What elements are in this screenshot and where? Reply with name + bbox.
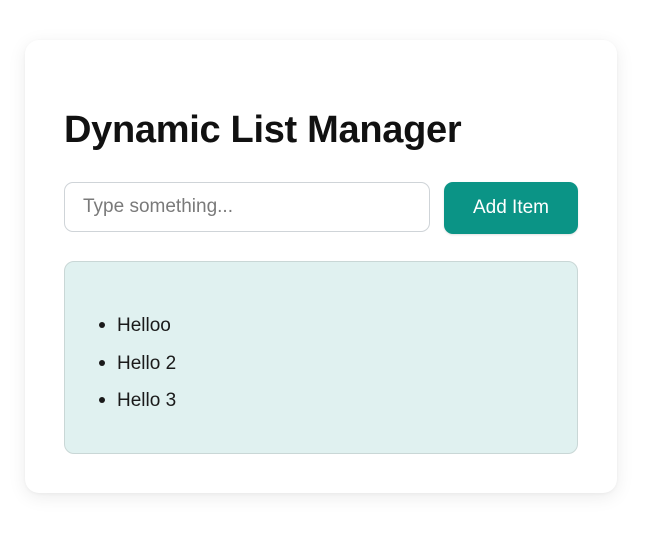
bullet-icon — [99, 359, 105, 366]
items-list-container: Helloo Hello 2 Hello 3 — [64, 261, 578, 454]
items-list: Helloo Hello 2 Hello 3 — [97, 307, 176, 420]
list-item: Hello 3 — [97, 382, 176, 420]
list-item-label: Hello 3 — [117, 390, 177, 411]
item-text-input[interactable] — [64, 182, 430, 232]
list-item-label: Helloo — [117, 315, 171, 336]
add-item-button[interactable]: Add Item — [444, 182, 578, 234]
list-item: Helloo — [97, 307, 176, 345]
bullet-icon — [99, 322, 105, 328]
list-item: Hello 2 — [97, 345, 176, 383]
list-item-label: Hello 2 — [117, 352, 177, 374]
page-title: Dynamic List Manager — [64, 109, 462, 151]
list-manager-card: Dynamic List Manager Add Item Helloo Hel… — [25, 40, 617, 493]
add-item-row: Add Item — [64, 182, 578, 235]
bullet-icon — [99, 397, 105, 403]
